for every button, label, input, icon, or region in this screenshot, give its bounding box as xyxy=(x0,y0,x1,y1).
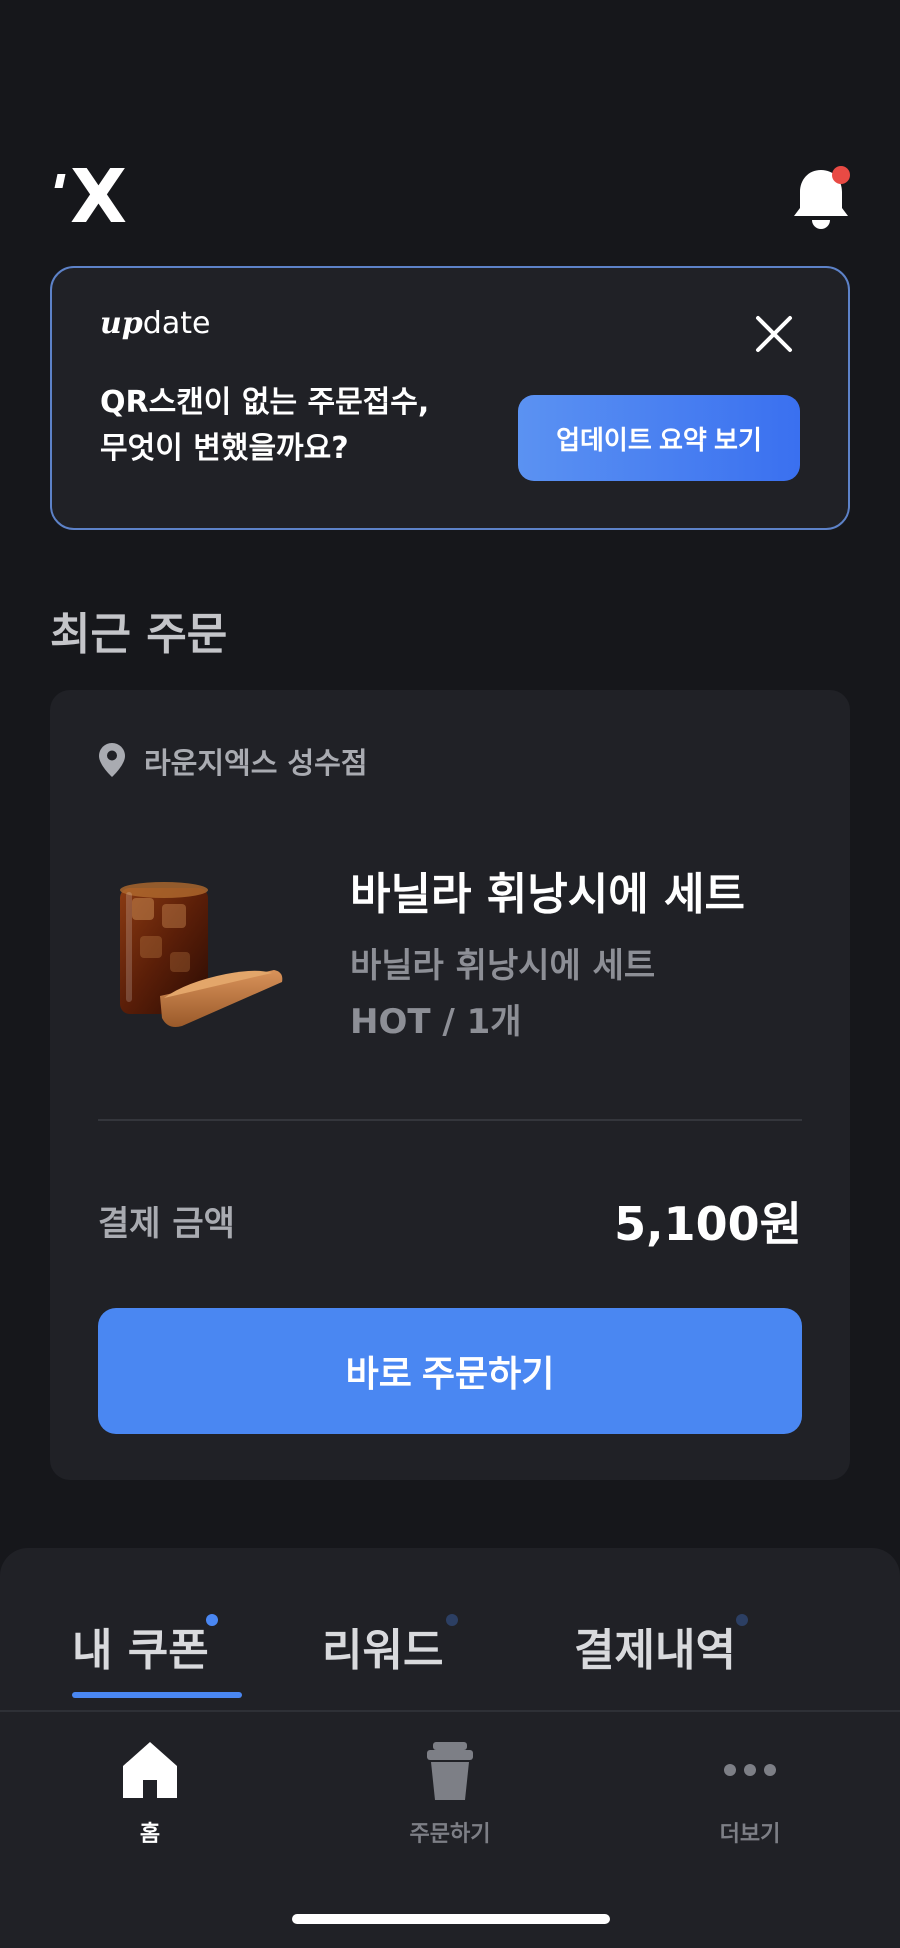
nav-divider xyxy=(0,1710,900,1712)
location-pin-icon xyxy=(98,742,126,778)
tab-rewards-dot xyxy=(446,1614,458,1626)
tab-my-coupons[interactable]: 내 쿠폰 xyxy=(72,1614,209,1678)
banner-message: QR스캔이 없는 주문접수, 무엇이 변했을까요? xyxy=(100,385,430,466)
card-divider xyxy=(98,1119,802,1121)
store-name: 라운지엑스 성수점 xyxy=(144,746,368,780)
tab-coupons-dot xyxy=(206,1614,218,1626)
home-icon xyxy=(123,1742,177,1798)
item-option: HOT / 1개 xyxy=(350,1002,522,1042)
section-title: 최근 주문 xyxy=(50,609,228,660)
nav-more-label: 더보기 xyxy=(719,1822,781,1847)
close-icon xyxy=(756,316,792,352)
banner-close-button[interactable] xyxy=(752,312,796,356)
tab-payment-history[interactable]: 결제내역 xyxy=(574,1614,736,1678)
item-name: 바닐라 휘낭시에 세트 xyxy=(350,869,745,920)
nav-order[interactable]: 주문하기 xyxy=(350,1740,550,1850)
home-indicator[interactable] xyxy=(292,1914,610,1924)
nav-home-label: 홈 xyxy=(139,1822,161,1847)
item-description: 바닐라 휘낭시에 세트 xyxy=(350,946,656,986)
tab-rewards[interactable]: 리워드 xyxy=(322,1614,443,1678)
more-icon xyxy=(724,1764,776,1776)
cup-icon xyxy=(427,1742,473,1800)
tab-history-dot xyxy=(736,1614,748,1626)
payment-amount: 5,100원 xyxy=(614,1197,802,1251)
nav-order-label: 주문하기 xyxy=(409,1822,491,1847)
reorder-button[interactable]: 바로 주문하기 xyxy=(98,1308,802,1434)
logo-text: X xyxy=(70,154,127,240)
nav-home[interactable]: 홈 xyxy=(50,1740,250,1850)
notification-badge xyxy=(832,166,850,184)
product-image xyxy=(106,870,296,1050)
payment-label: 결제 금액 xyxy=(98,1204,235,1244)
banner-label: update xyxy=(100,306,211,341)
update-summary-button[interactable]: 업데이트 요약 보기 xyxy=(518,395,800,481)
nav-more[interactable]: 더보기 xyxy=(650,1740,850,1850)
active-tab-indicator xyxy=(72,1692,242,1698)
